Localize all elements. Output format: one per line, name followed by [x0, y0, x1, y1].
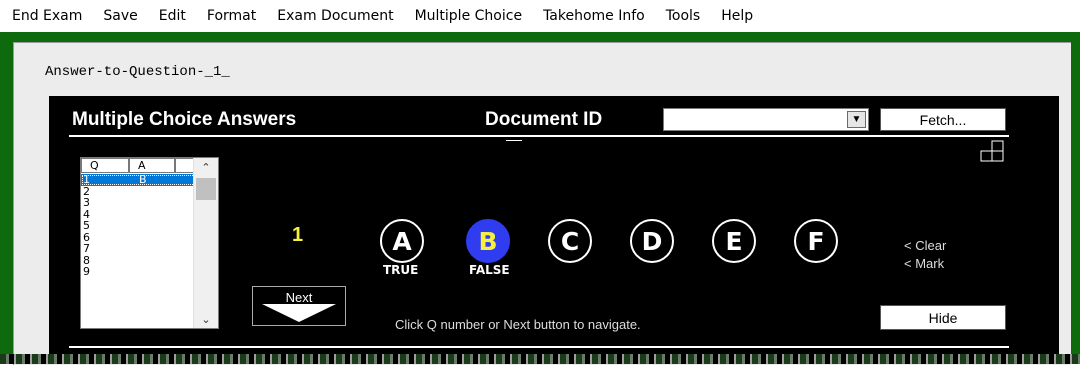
header-a[interactable]: A — [129, 158, 175, 173]
menu-save[interactable]: Save — [103, 8, 137, 24]
list-item[interactable]: 4 — [81, 208, 196, 221]
hide-button[interactable]: Hide — [880, 305, 1006, 330]
answer-value: B — [139, 173, 147, 186]
next-label: Next — [285, 290, 313, 305]
menu-bar: End Exam Save Edit Format Exam Document … — [0, 0, 1080, 32]
document-id-label: Document ID — [485, 109, 603, 130]
clear-link[interactable]: < Clear — [904, 238, 946, 253]
list-rows: 1B 2 3 4 5 6 7 8 9 — [81, 174, 196, 278]
choice-f-button[interactable]: F — [794, 219, 838, 263]
choice-b-label: FALSE — [469, 263, 510, 277]
taskbar-strip — [0, 354, 1080, 364]
divider — [69, 135, 1009, 137]
question-number: 1 — [83, 173, 90, 186]
chevron-up-icon[interactable]: ⌃ — [194, 158, 218, 176]
list-item[interactable]: 1B — [81, 174, 196, 186]
layout-icon[interactable] — [980, 140, 1004, 162]
menu-takehome-info[interactable]: Takehome Info — [543, 8, 645, 24]
question-number: 3 — [83, 196, 90, 209]
choice-e-button[interactable]: E — [712, 219, 756, 263]
current-question-number: 1 — [292, 224, 304, 246]
header-spacer — [175, 158, 194, 173]
mark-link[interactable]: < Mark — [904, 256, 944, 271]
list-item[interactable]: 9 — [81, 266, 196, 278]
choice-d-button[interactable]: D — [630, 219, 674, 263]
list-scrollbar[interactable]: ⌃ ⌄ — [193, 158, 218, 328]
choice-c-button[interactable]: C — [548, 219, 592, 263]
question-number: 7 — [83, 242, 90, 255]
list-item[interactable]: 2 — [81, 185, 196, 198]
divider — [69, 346, 1009, 348]
menu-format[interactable]: Format — [207, 8, 256, 24]
list-item[interactable]: 7 — [81, 243, 196, 255]
document-id-select[interactable]: ▼ — [663, 108, 869, 131]
menu-tools[interactable]: Tools — [666, 8, 701, 24]
next-button[interactable]: Next — [252, 286, 346, 326]
divider-tick — [506, 140, 522, 141]
choice-a-label: TRUE — [383, 263, 419, 277]
document-title: Answer-to-Question-_1_ — [45, 64, 230, 80]
list-item[interactable]: 3 — [81, 197, 196, 209]
chevron-down-icon[interactable]: ⌄ — [194, 310, 218, 328]
list-item[interactable]: 6 — [81, 231, 196, 244]
choice-a-button[interactable]: A — [380, 219, 424, 263]
fetch-button[interactable]: Fetch... — [880, 108, 1006, 131]
chevron-down-icon[interactable]: ▼ — [847, 111, 866, 128]
list-item[interactable]: 5 — [81, 220, 196, 232]
question-answer-list[interactable]: Q A 1B 2 3 4 5 6 7 8 9 ⌃ ⌄ — [80, 157, 219, 329]
menu-help[interactable]: Help — [721, 8, 753, 24]
panel-title: Multiple Choice Answers — [72, 109, 297, 130]
menu-edit[interactable]: Edit — [159, 8, 186, 24]
list-header: Q A — [81, 158, 194, 173]
menu-exam-document[interactable]: Exam Document — [277, 8, 393, 24]
scrollbar-thumb[interactable] — [196, 178, 216, 200]
question-number: 9 — [83, 265, 90, 278]
list-item[interactable]: 8 — [81, 254, 196, 267]
arrow-down-icon — [262, 304, 336, 322]
menu-end-exam[interactable]: End Exam — [12, 8, 82, 24]
choice-b-button[interactable]: B — [466, 219, 510, 263]
navigation-hint: Click Q number or Next button to navigat… — [395, 317, 641, 332]
question-number: 5 — [83, 219, 90, 232]
menu-multiple-choice[interactable]: Multiple Choice — [415, 8, 522, 24]
header-q[interactable]: Q — [81, 158, 129, 173]
